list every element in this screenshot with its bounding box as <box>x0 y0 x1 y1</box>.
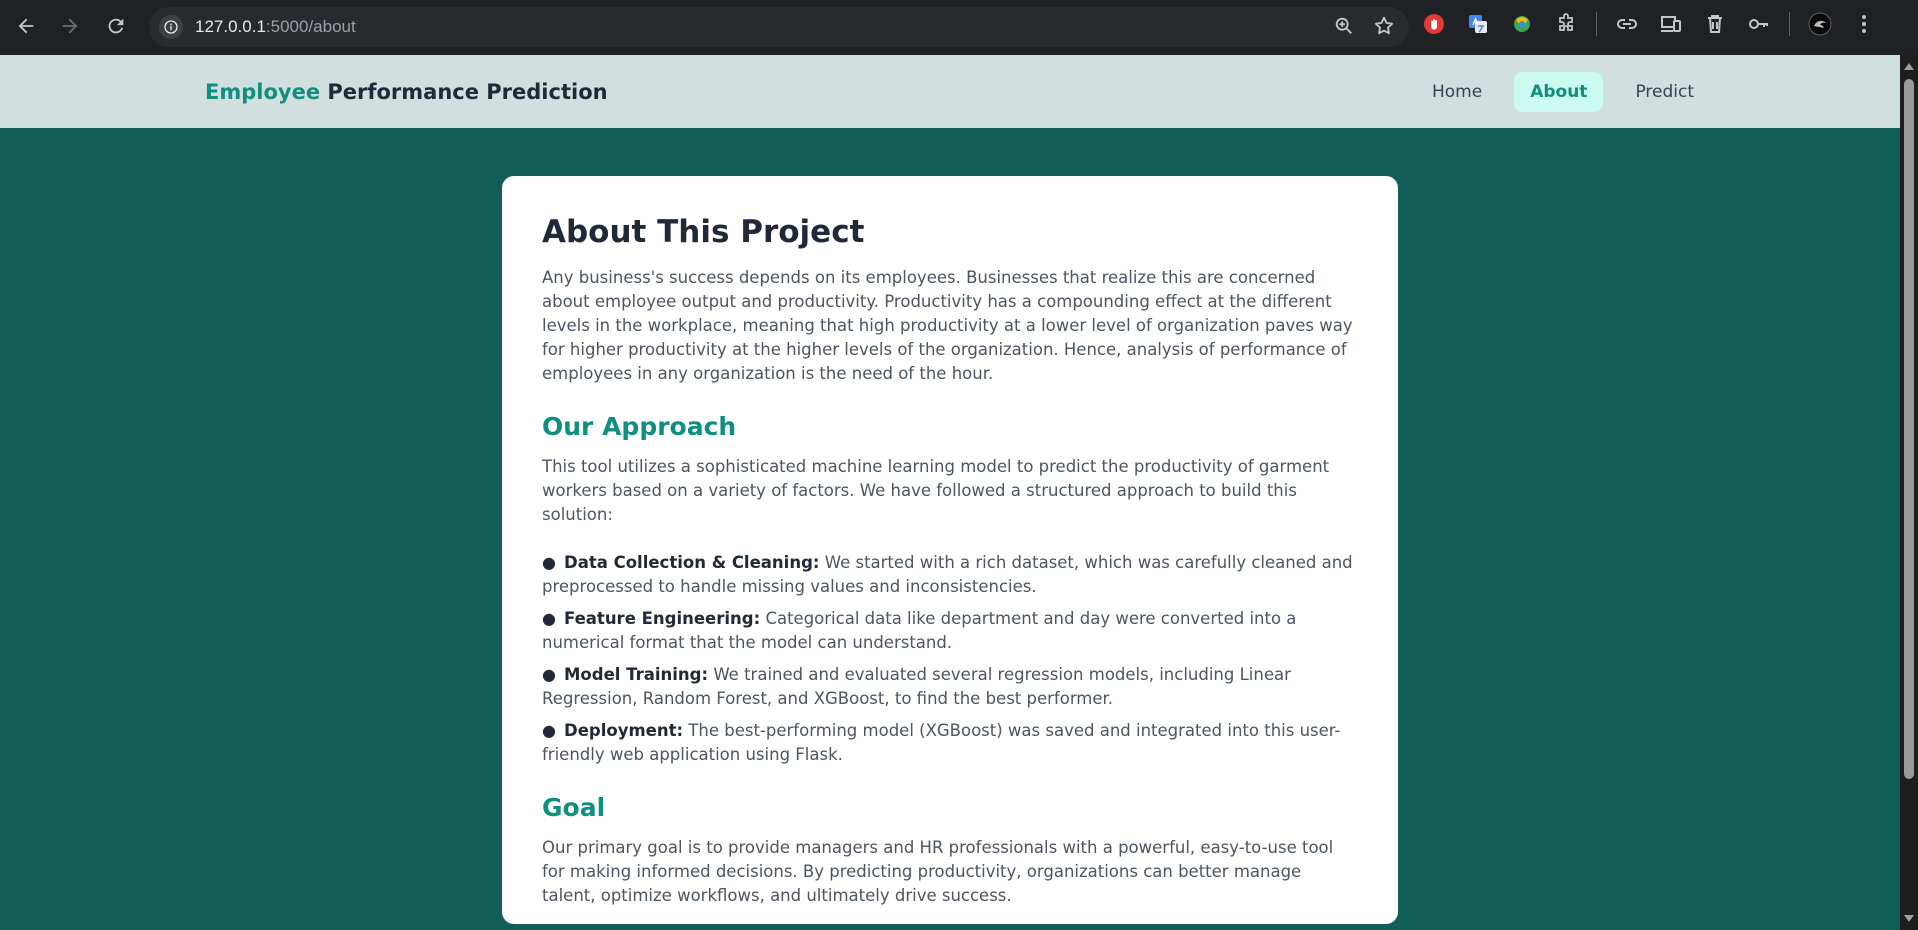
list-item: ● Data Collection & Cleaning: We started … <box>542 551 1358 599</box>
about-card: About This Project Any business's succes… <box>502 176 1398 924</box>
approach-heading: Our Approach <box>542 412 737 441</box>
goal-heading: Goal <box>542 793 606 822</box>
forward-arrow-icon <box>62 18 78 34</box>
step-label: Data Collection & Cleaning: <box>564 553 820 572</box>
zoom-icon[interactable] <box>1333 15 1355 37</box>
address-bar[interactable]: 127.0.0.1:5000/about <box>149 7 1409 47</box>
scroll-down-icon[interactable] <box>1904 915 1914 922</box>
forward-button[interactable] <box>50 6 90 46</box>
devices-icon[interactable] <box>1657 10 1685 38</box>
url-text[interactable]: 127.0.0.1:5000/about <box>195 17 356 37</box>
bullet-icon: ● <box>542 553 556 572</box>
site-brand[interactable]: Employee Performance Prediction <box>205 80 608 104</box>
bullet-icon: ● <box>542 665 556 684</box>
list-item: ● Feature Engineering: Categorical data l… <box>542 607 1358 655</box>
url-path: :5000/about <box>265 17 356 36</box>
site-header: Employee Performance Prediction Home Abo… <box>0 55 1900 128</box>
bullet-icon: ● <box>542 721 556 740</box>
toolbar-separator <box>1596 12 1597 36</box>
scroll-up-icon[interactable] <box>1904 63 1914 70</box>
adblock-extension-icon[interactable] <box>1420 10 1448 38</box>
color-extension-icon[interactable] <box>1508 10 1536 38</box>
step-label: Model Training: <box>564 665 709 684</box>
nav-predict[interactable]: Predict <box>1619 72 1710 112</box>
brand-accent: Employee <box>205 79 321 104</box>
trash-icon[interactable] <box>1701 10 1729 38</box>
list-item: ● Deployment: The best-performing model (… <box>542 719 1358 767</box>
scroll-thumb[interactable] <box>1904 79 1914 779</box>
bookmark-star-icon[interactable] <box>1373 15 1395 37</box>
browser-toolbar: 127.0.0.1:5000/about <box>0 0 1918 55</box>
goal-paragraph: Our primary goal is to provide managers … <box>542 838 1334 905</box>
reload-icon <box>108 18 124 34</box>
step-label: Deployment: <box>564 721 684 740</box>
toolbar-separator <box>1789 12 1790 36</box>
page-scrollbar[interactable] <box>1900 55 1918 930</box>
brand-rest: Performance Prediction <box>320 79 608 104</box>
approach-paragraph: This tool utilizes a sophisticated machi… <box>542 457 1330 524</box>
reload-button[interactable] <box>96 6 136 46</box>
extensions-puzzle-icon[interactable] <box>1552 10 1580 38</box>
password-key-icon[interactable] <box>1745 10 1773 38</box>
link-icon[interactable] <box>1613 10 1641 38</box>
step-label: Feature Engineering: <box>564 609 761 628</box>
intro-paragraph: Any business's success depends on its em… <box>542 268 1353 383</box>
list-item: ● Model Training: We trained and evaluate… <box>542 663 1358 711</box>
profile-avatar-icon[interactable] <box>1806 10 1834 38</box>
nav-about[interactable]: About <box>1514 71 1604 112</box>
page-title: About This Project <box>542 214 865 250</box>
url-host: 127.0.0.1 <box>195 17 266 36</box>
site-info-icon[interactable] <box>159 15 183 39</box>
browser-menu-icon[interactable] <box>1850 10 1878 38</box>
back-button[interactable] <box>6 6 46 46</box>
nav-home[interactable]: Home <box>1416 72 1498 112</box>
main-nav: Home About Predict <box>1416 71 1710 112</box>
back-arrow-icon <box>18 18 34 34</box>
approach-steps-list: ● Data Collection & Cleaning: We started … <box>542 551 1358 767</box>
translate-extension-icon[interactable] <box>1464 10 1492 38</box>
bullet-icon: ● <box>542 609 556 628</box>
